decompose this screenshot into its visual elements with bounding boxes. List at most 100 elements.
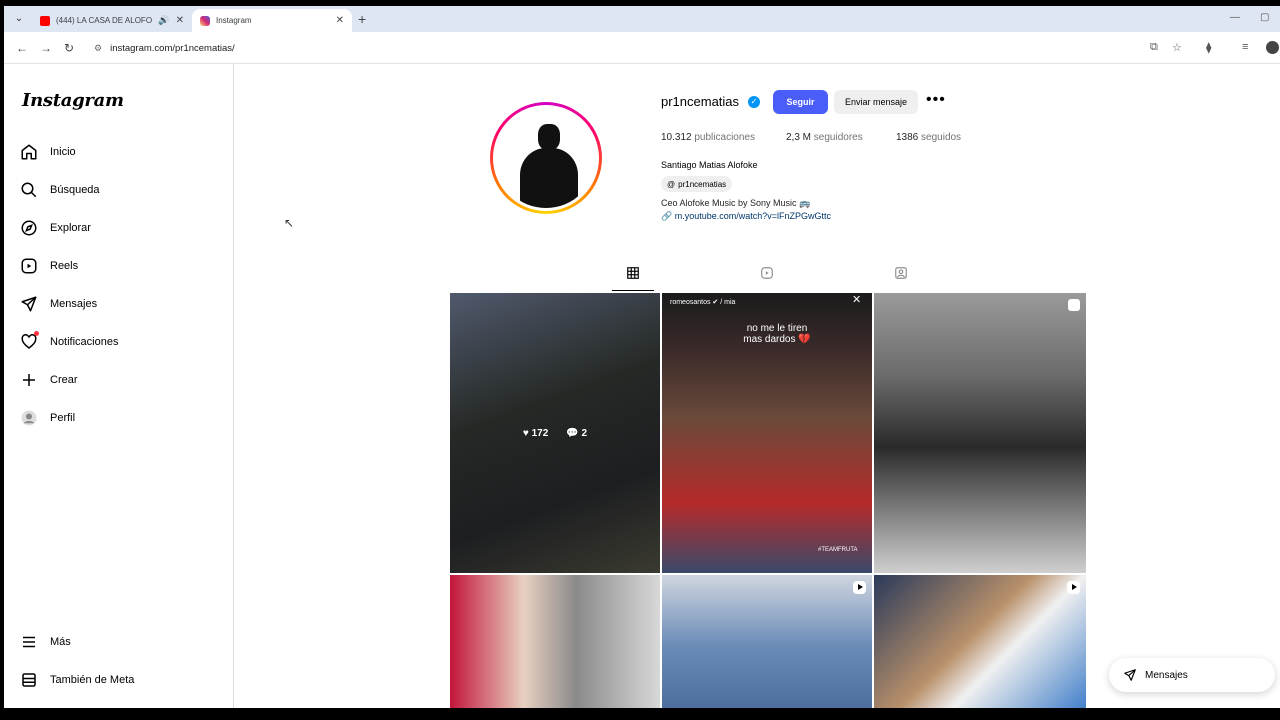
sidebar: Instagram Inicio Búsqueda Explorar Reels… — [4, 64, 234, 708]
posts-grid: ♥ 172 💬 2 romeosantos ✔ / mia ✕ no me le… — [450, 293, 1086, 708]
send-message-button[interactable]: Enviar mensaje — [834, 90, 918, 114]
stat-following[interactable]: 1386 seguidos — [896, 132, 961, 143]
url-field[interactable]: ⚙ instagram.com/pr1ncematias/ — [86, 37, 1186, 59]
browser-profile-avatar[interactable] — [1266, 41, 1279, 54]
compass-icon — [21, 220, 37, 236]
sidebar-item-perfil[interactable]: Perfil — [20, 406, 75, 430]
browser-window: ⌄ (444) LA CASA DE ALOFOKE 🔊 ✕ Instagram… — [4, 6, 1280, 708]
sidebar-item-tambien-de-meta[interactable]: También de Meta — [20, 668, 134, 692]
tab-reels-icon[interactable] — [760, 266, 774, 280]
post-header-text: romeosantos ✔ / mia — [670, 299, 736, 306]
forward-icon[interactable]: → — [40, 41, 52, 55]
notification-dot — [34, 331, 39, 336]
posts-count: 10.312 — [661, 132, 692, 143]
tab-tagged-icon[interactable] — [894, 266, 908, 280]
post-tile-3[interactable] — [874, 293, 1086, 573]
speaker-icon[interactable]: 🔊 — [158, 15, 169, 26]
messages-floating-button[interactable]: Mensajes — [1109, 658, 1275, 692]
post-caption: no me le tiren mas dardos 💔 — [743, 323, 811, 345]
sidebar-item-label: Búsqueda — [50, 184, 100, 196]
back-icon[interactable]: ← — [16, 41, 28, 55]
reel-icon — [1067, 581, 1080, 594]
following-count: 1386 — [896, 132, 919, 143]
tab-search-chevron-icon[interactable]: ⌄ — [12, 12, 26, 26]
close-tab-icon[interactable]: ✕ — [176, 15, 184, 26]
maximize-icon[interactable]: ▢ — [1260, 12, 1269, 23]
sidebar-item-label: Crear — [50, 374, 78, 386]
threads-handle: pr1ncematias — [678, 179, 727, 189]
instagram-logo[interactable]: Instagram — [22, 90, 124, 111]
messages-label: Mensajes — [1145, 669, 1188, 681]
post-tile-2[interactable]: romeosantos ✔ / mia ✕ no me le tiren mas… — [662, 293, 872, 573]
silhouette-head — [538, 124, 560, 150]
avatar-border — [493, 105, 599, 211]
new-tab-icon[interactable]: + — [358, 11, 366, 27]
sidebar-item-crear[interactable]: Crear — [20, 368, 78, 392]
tab-posts-grid-icon[interactable] — [626, 266, 640, 280]
tab-title: (444) LA CASA DE ALOFOKE — [56, 16, 153, 25]
silhouette-body — [520, 148, 578, 208]
follow-button[interactable]: Seguir — [773, 90, 828, 114]
heart-icon: ♥ — [522, 427, 529, 439]
avatar-photo — [496, 108, 596, 208]
comments-count: 💬 2 — [566, 428, 587, 439]
verified-badge-icon: ✓ — [748, 96, 760, 108]
bookmark-star-icon[interactable]: ☆ — [1172, 41, 1182, 54]
sidebar-item-reels[interactable]: Reels — [20, 254, 78, 278]
sidebar-item-label: Perfil — [50, 412, 76, 424]
reload-icon[interactable]: ↻ — [64, 41, 74, 55]
sidebar-item-label: Reels — [50, 260, 79, 272]
stat-posts[interactable]: 10.312 publicaciones — [661, 132, 755, 143]
profile-bio: Ceo Alofoke Music by Sony Music 🚌 — [661, 198, 811, 208]
send-icon — [1124, 669, 1136, 681]
sidebar-item-label: También de Meta — [50, 674, 135, 686]
more-options-icon[interactable]: ••• — [926, 92, 946, 108]
extensions-icon[interactable]: ⧫ — [1206, 41, 1211, 54]
home-icon — [21, 144, 37, 160]
sidebar-item-inicio[interactable]: Inicio — [20, 140, 76, 164]
install-app-icon[interactable]: ⧉ — [1150, 41, 1158, 54]
send-icon — [21, 296, 37, 312]
instagram-icon — [200, 15, 210, 26]
post-tile-6[interactable] — [874, 575, 1086, 708]
sidebar-item-mas[interactable]: Más — [20, 630, 71, 654]
sidebar-item-busqueda[interactable]: Búsqueda — [20, 178, 100, 202]
post-tile-5[interactable] — [662, 575, 872, 708]
sidebar-item-notificaciones[interactable]: Notificaciones — [20, 330, 118, 354]
sidebar-item-mensajes[interactable]: Mensajes — [20, 292, 97, 316]
post-tag: #TEAMFRUTA — [818, 547, 858, 553]
youtube-icon — [40, 15, 50, 26]
tab-title: Instagram — [216, 16, 252, 25]
reel-icon — [853, 581, 866, 594]
stat-followers[interactable]: 2,3 M seguidores — [786, 132, 863, 143]
close-icon: ✕ — [852, 294, 862, 306]
avatar-icon — [21, 410, 37, 426]
profile-tabs — [450, 260, 1086, 291]
profile-avatar[interactable] — [490, 102, 602, 214]
post-hover-overlay: ♥ 172 💬 2 — [450, 293, 660, 573]
threads-chip[interactable]: @ pr1ncematias — [661, 176, 733, 192]
sidebar-item-label: Notificaciones — [50, 336, 119, 348]
media-controls-icon[interactable]: ≡ — [1242, 41, 1248, 53]
instagram-page: Instagram Inicio Búsqueda Explorar Reels… — [4, 64, 1280, 708]
close-tab-icon[interactable]: ✕ — [336, 15, 344, 26]
link-icon: 🔗 — [661, 211, 673, 221]
url-text: instagram.com/pr1ncematias/ — [110, 42, 235, 54]
profile-link[interactable]: 🔗 m.youtube.com/watch?v=lFnZPGwGttc — [661, 211, 831, 222]
sidebar-item-label: Explorar — [50, 222, 91, 234]
post-tile-4[interactable] — [450, 575, 660, 708]
threads-icon: @ — [667, 179, 676, 189]
reels-icon — [21, 258, 37, 274]
comment-icon: 💬 — [566, 427, 579, 439]
sidebar-item-label: Más — [50, 636, 71, 648]
followers-label: seguidores — [813, 132, 863, 143]
sidebar-item-explorar[interactable]: Explorar — [20, 216, 91, 240]
tab-instagram[interactable]: Instagram ✕ — [192, 9, 352, 32]
likes-value: 172 — [531, 427, 549, 439]
search-icon — [21, 182, 37, 198]
site-info-icon[interactable]: ⚙ — [94, 43, 102, 54]
address-bar: ← → ↻ ⚙ instagram.com/pr1ncematias/ ⧉ ☆ … — [4, 32, 1280, 64]
tab-youtube[interactable]: (444) LA CASA DE ALOFOKE 🔊 ✕ — [32, 9, 192, 32]
minimize-icon[interactable]: — — [1230, 12, 1240, 23]
post-tile-1[interactable]: ♥ 172 💬 2 — [450, 293, 660, 573]
